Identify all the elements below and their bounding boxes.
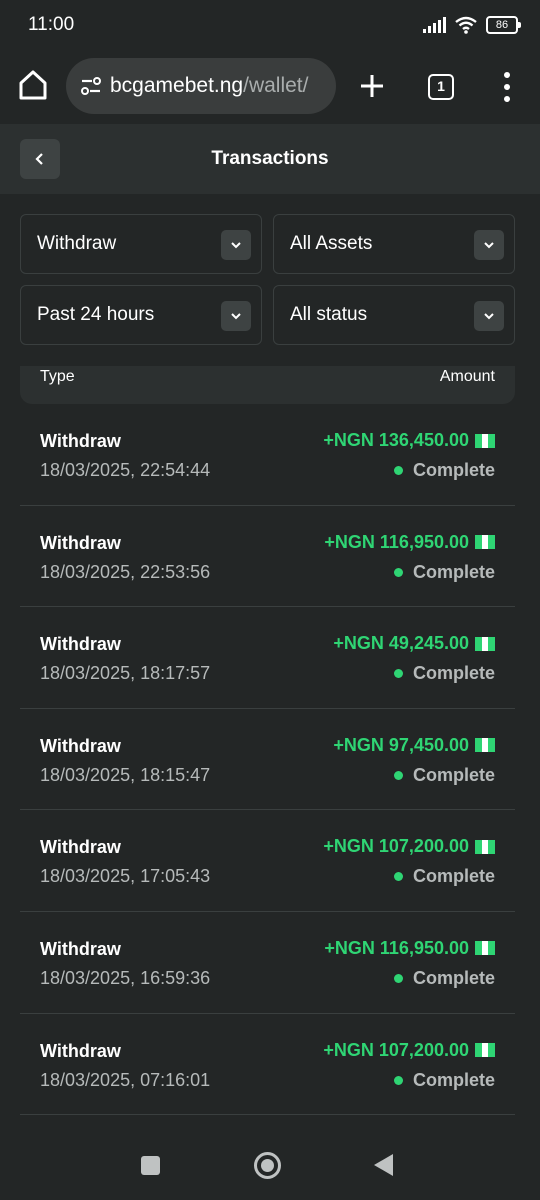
status-icons: 86 [423, 14, 521, 36]
status-filter-value: All status [290, 304, 368, 325]
nigeria-flag-icon [475, 839, 496, 854]
assets-filter-dropdown[interactable]: All Assets [273, 214, 515, 274]
nigeria-flag-icon [475, 941, 496, 956]
status-filter-dropdown[interactable]: All status [273, 285, 515, 345]
url-path: /wallet/ [243, 74, 309, 97]
column-type: Type [40, 368, 75, 385]
transaction-date: 18/03/2025, 18:15:47 [40, 764, 211, 785]
more-vertical-icon[interactable] [500, 72, 514, 102]
page-header: Transactions [0, 124, 540, 194]
chevron-down-icon [474, 301, 504, 331]
battery-icon: 86 [486, 16, 521, 34]
transaction-status: Complete [412, 967, 495, 988]
address-bar[interactable]: bcgamebet.ng/wallet/ [66, 58, 336, 114]
transaction-status: Complete [412, 764, 495, 785]
transaction-type: Withdraw [40, 532, 121, 553]
transaction-amount: +NGN 107,200.00 [323, 1039, 469, 1060]
period-filter-value: Past 24 hours [37, 304, 155, 325]
transaction-type: Withdraw [40, 735, 121, 756]
transaction-status: Complete [412, 663, 495, 684]
transaction-list: Withdraw 18/03/2025, 22:54:44 +NGN 136,4… [20, 404, 515, 1116]
status-time: 11:00 [28, 14, 75, 35]
status-dot-icon [393, 770, 403, 780]
chevron-down-icon [221, 301, 251, 331]
status-dot-icon [393, 669, 403, 679]
tab-count-icon[interactable]: 1 [428, 74, 454, 100]
transaction-type: Withdraw [40, 1040, 121, 1061]
transaction-row[interactable]: Withdraw 18/03/2025, 18:17:57 +NGN 49,24… [20, 607, 515, 709]
transaction-type: Withdraw [40, 431, 121, 451]
recents-icon[interactable] [141, 1156, 160, 1175]
url-text[interactable]: bcgamebet.ng/wallet/ [110, 74, 326, 98]
plus-icon[interactable] [356, 70, 388, 102]
type-filter-dropdown[interactable]: Withdraw [20, 214, 262, 274]
nigeria-flag-icon [475, 433, 496, 448]
home-circle-icon[interactable] [254, 1152, 281, 1179]
transaction-amount: +NGN 49,245.00 [333, 633, 469, 654]
period-filter-dropdown[interactable]: Past 24 hours [20, 285, 262, 345]
status-dot-icon [393, 567, 403, 577]
transaction-type: Withdraw [40, 837, 121, 858]
transaction-type: Withdraw [40, 938, 121, 959]
transaction-status: Complete [412, 866, 495, 887]
type-filter-value: Withdraw [37, 233, 117, 254]
transaction-type: Withdraw [40, 634, 121, 655]
signal-icon [423, 17, 446, 33]
back-triangle-icon[interactable] [374, 1154, 393, 1176]
chevron-down-icon [221, 230, 251, 260]
transaction-row[interactable]: Withdraw 18/03/2025, 16:59:36 +NGN 116,9… [20, 912, 515, 1014]
transaction-row[interactable]: Withdraw 18/03/2025, 07:16:01 +NGN 107,2… [20, 1014, 515, 1116]
chevron-down-icon [474, 230, 504, 260]
transaction-amount: +NGN 116,950.00 [324, 937, 469, 958]
transaction-amount: +NGN 136,450.00 [323, 430, 469, 450]
status-dot-icon [393, 973, 403, 983]
transaction-amount: +NGN 107,200.00 [323, 836, 469, 857]
page-title: Transactions [211, 148, 329, 169]
transaction-row[interactable]: Withdraw 18/03/2025, 17:05:43 +NGN 107,2… [20, 810, 515, 912]
tune-icon[interactable] [78, 73, 104, 99]
table-header: Type Amount [20, 366, 515, 404]
nigeria-flag-icon [475, 636, 496, 651]
status-dot-icon [393, 872, 403, 882]
assets-filter-value: All Assets [290, 233, 373, 254]
transaction-amount: +NGN 97,450.00 [333, 734, 469, 755]
transaction-date: 18/03/2025, 18:17:57 [40, 663, 211, 684]
transaction-row[interactable]: Withdraw 18/03/2025, 22:54:44 +NGN 136,4… [20, 404, 515, 506]
wifi-icon [455, 16, 477, 34]
status-dot-icon [393, 1075, 403, 1085]
transaction-row[interactable]: Withdraw 18/03/2025, 22:53:56 +NGN 116,9… [20, 506, 515, 608]
transaction-amount: +NGN 116,950.00 [324, 531, 469, 552]
url-domain: bcgamebet.ng [110, 74, 244, 97]
transaction-status: Complete [412, 561, 495, 582]
status-dot-icon [393, 466, 403, 475]
transaction-row[interactable]: Withdraw 18/03/2025, 18:15:47 +NGN 97,45… [20, 709, 515, 811]
nigeria-flag-icon [475, 1043, 496, 1058]
status-bar: 11:00 86 [0, 0, 540, 52]
nigeria-flag-icon [475, 535, 496, 550]
transaction-status: Complete [412, 1069, 495, 1090]
transaction-date: 18/03/2025, 22:53:56 [40, 561, 211, 582]
transaction-date: 18/03/2025, 16:59:36 [40, 967, 211, 988]
home-icon[interactable] [16, 68, 50, 102]
transaction-status: Complete [412, 460, 495, 480]
transaction-date: 18/03/2025, 07:16:01 [40, 1069, 211, 1090]
transaction-date: 18/03/2025, 22:54:44 [40, 460, 211, 480]
column-amount: Amount [439, 368, 495, 385]
browser-toolbar: bcgamebet.ng/wallet/ 1 [0, 52, 540, 124]
nigeria-flag-icon [475, 738, 496, 753]
transaction-date: 18/03/2025, 17:05:43 [40, 866, 211, 887]
system-nav-bar [0, 1132, 540, 1200]
